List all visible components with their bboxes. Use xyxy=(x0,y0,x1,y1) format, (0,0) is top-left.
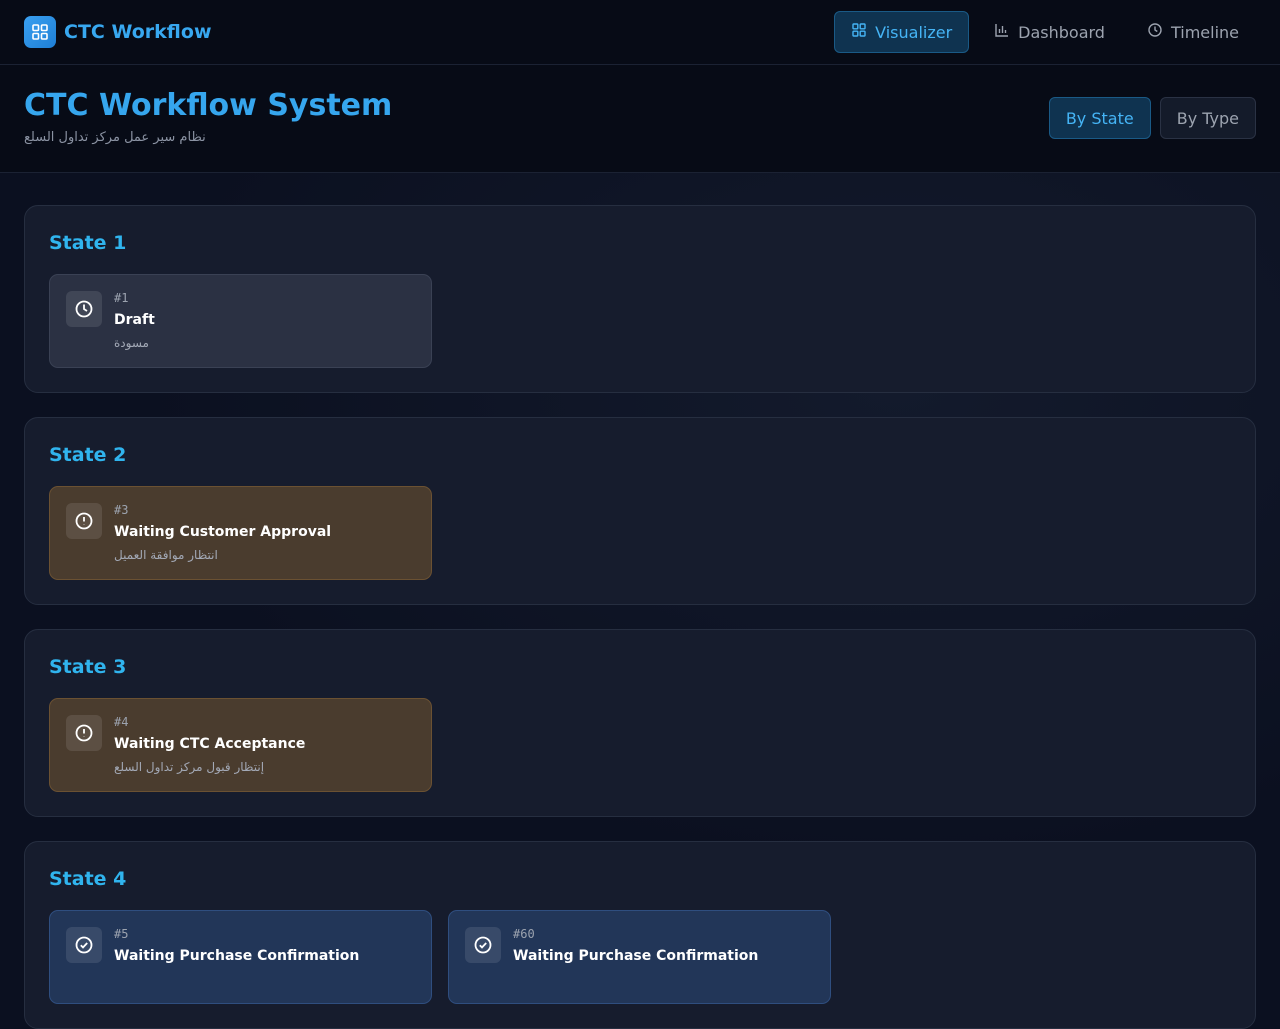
check-circle-icon xyxy=(66,927,102,963)
nav-label: Timeline xyxy=(1170,22,1239,42)
app-name: CTC Workflow xyxy=(64,21,212,43)
state-card[interactable]: #3 Waiting Customer Approval انتظار مواف… xyxy=(49,486,432,580)
brand[interactable]: CTC Workflow xyxy=(24,16,212,48)
state-group-2: State 2 #3 Waiting Customer Approval انت… xyxy=(24,417,1256,605)
state-name: Waiting CTC Acceptance xyxy=(114,736,306,752)
state-group-4: State 4 #5 Waiting Purchase Confirmation… xyxy=(24,841,1256,1029)
nav-label: Visualizer xyxy=(875,22,953,42)
state-card[interactable]: #5 Waiting Purchase Confirmation xyxy=(49,910,432,1004)
state-number: #5 xyxy=(114,927,129,941)
state-number: #60 xyxy=(513,927,535,941)
state-name: Waiting Customer Approval xyxy=(114,524,332,540)
state-name-arabic: مسودة xyxy=(114,336,149,350)
state-name-arabic: انتظار موافقة العميل xyxy=(114,548,218,562)
state-name: Waiting Purchase Confirmation xyxy=(513,948,759,964)
grid-icon xyxy=(851,22,867,42)
alert-circle-icon xyxy=(66,715,102,751)
nav-menu: Visualizer Dashboard Timeline xyxy=(834,11,1256,53)
nav-item-timeline[interactable]: Timeline xyxy=(1130,11,1256,53)
state-number: #4 xyxy=(114,715,129,729)
state-number: #1 xyxy=(114,291,129,305)
page-subtitle: نظام سير عمل مركز تداول السلع xyxy=(24,130,206,145)
nav-label: Dashboard xyxy=(1018,22,1105,42)
clock-icon xyxy=(66,291,102,327)
state-card[interactable]: #60 Waiting Purchase Confirmation xyxy=(448,910,831,1004)
state-name: Draft xyxy=(114,312,155,328)
clock-icon xyxy=(1147,22,1163,42)
by-type-button[interactable]: By Type xyxy=(1159,97,1256,139)
alert-circle-icon xyxy=(66,503,102,539)
grid-icon xyxy=(24,16,56,48)
state-title: State 4 xyxy=(49,868,127,890)
state-card[interactable]: #4 Waiting CTC Acceptance إنتظار قبول مر… xyxy=(49,698,432,792)
view-toggle: By State By Type xyxy=(1048,97,1256,139)
page-header: CTC Workflow System نظام سير عمل مركز تد… xyxy=(0,65,1280,173)
check-circle-icon xyxy=(465,927,501,963)
state-number: #3 xyxy=(114,503,129,517)
nav-item-dashboard[interactable]: Dashboard xyxy=(977,11,1122,53)
state-name-arabic: إنتظار قبول مركز تداول السلع xyxy=(114,760,265,774)
top-navigation: CTC Workflow Visualizer Dashboard Timeli… xyxy=(0,0,1280,65)
state-title: State 1 xyxy=(49,232,127,254)
state-title: State 2 xyxy=(49,444,127,466)
nav-item-visualizer[interactable]: Visualizer xyxy=(834,11,970,53)
state-name: Waiting Purchase Confirmation xyxy=(114,948,360,964)
by-state-button[interactable]: By State xyxy=(1048,97,1151,139)
state-card[interactable]: #1 Draft مسودة xyxy=(49,274,432,368)
state-title: State 3 xyxy=(49,656,127,678)
bar-chart-icon xyxy=(994,22,1010,42)
page-title: CTC Workflow System xyxy=(24,88,393,123)
state-group-3: State 3 #4 Waiting CTC Acceptance إنتظار… xyxy=(24,629,1256,817)
state-group-1: State 1 #1 Draft مسودة xyxy=(24,205,1256,393)
